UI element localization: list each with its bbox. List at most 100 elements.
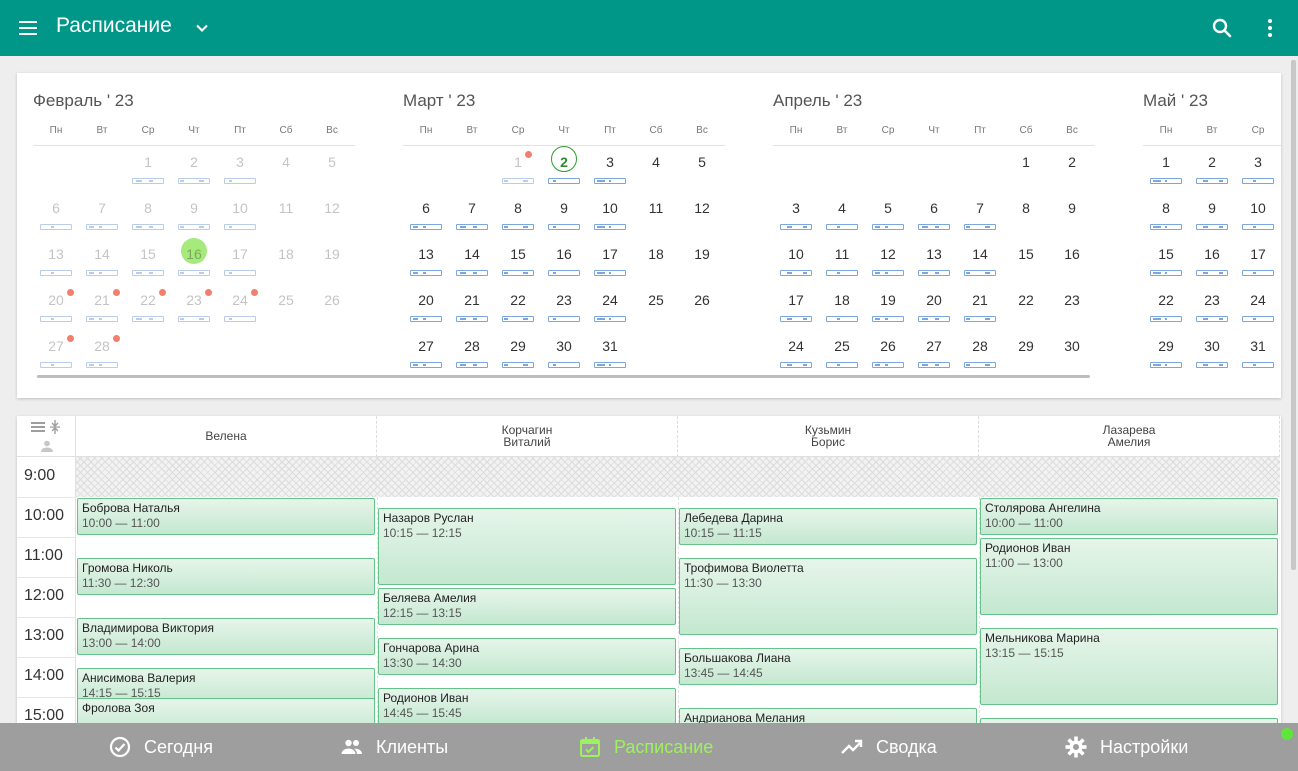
calendar-day[interactable]: 19 (679, 235, 725, 281)
search-icon[interactable] (1210, 16, 1234, 40)
calendar-day[interactable]: 7 (957, 189, 1003, 235)
more-vert-icon[interactable] (1258, 16, 1282, 40)
calendar-day[interactable]: 27 (403, 327, 449, 373)
calendar-day[interactable]: 22 (495, 281, 541, 327)
view-list-icon[interactable] (31, 421, 45, 433)
calendar-day[interactable]: 24 (773, 327, 819, 373)
appointment-card[interactable]: Владимирова Виктория 13:00 — 14:00 (77, 618, 375, 655)
appointment-card[interactable]: Андрианова Мелания (679, 708, 977, 723)
appointment-card[interactable]: Трофимова Виолетта 11:30 — 13:30 (679, 558, 977, 635)
nav-item-2[interactable]: Расписание (578, 723, 713, 771)
calendar-day[interactable]: 29 (1143, 327, 1189, 373)
calendar-day[interactable]: 31 (1235, 327, 1281, 373)
calendar-day[interactable]: 8 (1003, 189, 1049, 235)
calendar-day[interactable]: 1 (1143, 143, 1189, 189)
calendar-day[interactable]: 20 (33, 281, 79, 327)
calendar-day[interactable]: 17 (1235, 235, 1281, 281)
calendar-day[interactable]: 2 (171, 143, 217, 189)
appointment-card[interactable]: Мельникова Марина 13:15 — 15:15 (980, 628, 1278, 705)
calendar-day[interactable]: 10 (587, 189, 633, 235)
appointment-card[interactable]: Родионов Иван 14:45 — 15:45 (378, 688, 676, 723)
staff-column-header[interactable]: Кузьмин Борис (678, 416, 979, 457)
calendar-day[interactable]: 20 (911, 281, 957, 327)
calendar-day[interactable]: 4 (819, 189, 865, 235)
calendar-day[interactable]: 16 (171, 235, 217, 281)
calendar-day[interactable]: 17 (587, 235, 633, 281)
calendar-day[interactable]: 1 (495, 143, 541, 189)
calendar-day[interactable]: 1 (1003, 143, 1049, 189)
calendar-day[interactable]: 11 (263, 189, 309, 235)
staff-column-header[interactable]: Велена (76, 416, 377, 457)
calendar-day[interactable]: 27 (911, 327, 957, 373)
vertical-scrollbar[interactable] (1291, 60, 1296, 570)
nav-item-0[interactable]: Сегодня (108, 723, 213, 771)
appointment-card[interactable]: Большакова Лиана 13:45 — 14:45 (679, 648, 977, 685)
calendar-day[interactable]: 19 (309, 235, 355, 281)
calendar-day[interactable]: 16 (1189, 235, 1235, 281)
calendar-day[interactable]: 20 (403, 281, 449, 327)
staff-column-header[interactable]: Лазарева Амелия (979, 416, 1280, 457)
calendar-day[interactable]: 3 (773, 189, 819, 235)
calendar-day[interactable]: 6 (403, 189, 449, 235)
calendar-day[interactable]: 5 (679, 143, 725, 189)
calendar-day[interactable]: 6 (33, 189, 79, 235)
calendar-day[interactable]: 13 (911, 235, 957, 281)
calendar-day[interactable]: 24 (217, 281, 263, 327)
calendar-day[interactable]: 27 (33, 327, 79, 373)
calendar-day[interactable]: 21 (957, 281, 1003, 327)
calendar-day[interactable]: 14 (957, 235, 1003, 281)
calendar-day[interactable]: 8 (1143, 189, 1189, 235)
calendar-day[interactable]: 7 (79, 189, 125, 235)
appointment-card[interactable]: Громова Николь 11:30 — 12:30 (77, 558, 375, 595)
calendar-day[interactable]: 23 (1049, 281, 1095, 327)
calendar-day[interactable]: 15 (1143, 235, 1189, 281)
expand-collapse-icon[interactable] (50, 420, 60, 434)
calendar-day[interactable]: 22 (125, 281, 171, 327)
calendar-day[interactable]: 14 (79, 235, 125, 281)
nav-item-3[interactable]: Сводка (840, 723, 937, 771)
calendar-day[interactable]: 12 (679, 189, 725, 235)
nav-item-1[interactable]: Клиенты (340, 723, 448, 771)
calendar-day[interactable]: 12 (309, 189, 355, 235)
calendar-day[interactable]: 16 (1049, 235, 1095, 281)
calendar-day[interactable]: 10 (1235, 189, 1281, 235)
calendar-day[interactable]: 8 (125, 189, 171, 235)
staff-column-header[interactable]: Корчагин Виталий (377, 416, 678, 457)
calendar-day[interactable]: 25 (819, 327, 865, 373)
calendar-day[interactable]: 30 (1189, 327, 1235, 373)
appointment-card[interactable]: Столярова Ангелина 10:00 — 11:00 (980, 498, 1278, 535)
calendar-day[interactable]: 21 (79, 281, 125, 327)
calendar-day[interactable]: 3 (217, 143, 263, 189)
appointment-card[interactable]: Назаров Руслан 10:15 — 12:15 (378, 508, 676, 585)
calendar-day[interactable]: 17 (217, 235, 263, 281)
calendar-day[interactable]: 15 (1003, 235, 1049, 281)
calendar-day[interactable]: 30 (1049, 327, 1095, 373)
calendar-day[interactable]: 28 (79, 327, 125, 373)
calendar-day[interactable]: 28 (957, 327, 1003, 373)
calendar-day[interactable]: 10 (773, 235, 819, 281)
appointment-card[interactable]: Боброва Наталья 10:00 — 11:00 (77, 498, 375, 535)
calendar-day[interactable]: 18 (819, 281, 865, 327)
calendar-day[interactable]: 4 (263, 143, 309, 189)
calendar-day[interactable]: 25 (633, 281, 679, 327)
calendar-day[interactable]: 21 (449, 281, 495, 327)
calendar-day[interactable]: 16 (541, 235, 587, 281)
calendar-day[interactable]: 13 (33, 235, 79, 281)
calendar-day[interactable]: 7 (449, 189, 495, 235)
calendar-day[interactable]: 17 (773, 281, 819, 327)
calendar-day[interactable]: 26 (865, 327, 911, 373)
calendar-day[interactable]: 4 (633, 143, 679, 189)
calendar-day[interactable]: 19 (865, 281, 911, 327)
calendar-day[interactable]: 11 (633, 189, 679, 235)
calendar-day[interactable]: 10 (217, 189, 263, 235)
calendar-day[interactable]: 22 (1143, 281, 1189, 327)
calendar-day[interactable]: 22 (1003, 281, 1049, 327)
calendar-day[interactable]: 3 (1235, 143, 1281, 189)
calendar-day[interactable]: 29 (1003, 327, 1049, 373)
nav-item-4[interactable]: Настройки (1064, 723, 1188, 771)
calendar-day[interactable]: 5 (309, 143, 355, 189)
calendar-day[interactable]: 8 (495, 189, 541, 235)
calendar-day[interactable]: 15 (495, 235, 541, 281)
calendar-day[interactable]: 3 (587, 143, 633, 189)
calendar-day[interactable]: 9 (171, 189, 217, 235)
